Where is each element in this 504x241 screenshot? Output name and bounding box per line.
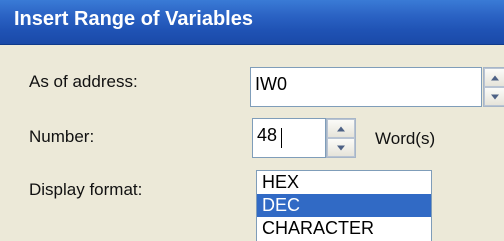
triangle-down-icon xyxy=(337,145,345,150)
address-spinner[interactable] xyxy=(483,67,504,107)
address-value: IW0 xyxy=(255,74,288,94)
number-value: 48 xyxy=(257,125,278,145)
address-label: As of address: xyxy=(29,72,138,91)
number-spin-up-button[interactable] xyxy=(327,119,355,138)
number-spin-down-button[interactable] xyxy=(327,138,355,157)
number-label: Number: xyxy=(29,127,95,146)
triangle-up-icon xyxy=(337,126,345,131)
format-listbox[interactable]: HEX DEC CHARACTER xyxy=(256,170,432,241)
format-option-hex[interactable]: HEX xyxy=(257,171,431,194)
address-spin-up-button[interactable] xyxy=(484,68,504,87)
title-bar[interactable]: Insert Range of Variables xyxy=(0,0,504,45)
number-unit-label: Word(s) xyxy=(375,129,436,148)
triangle-up-icon xyxy=(491,75,499,80)
format-option-character[interactable]: CHARACTER xyxy=(257,217,431,240)
address-spin-down-button[interactable] xyxy=(484,87,504,106)
format-option-dec[interactable]: DEC xyxy=(257,194,431,217)
text-caret xyxy=(281,128,282,148)
window-title: Insert Range of Variables xyxy=(14,8,253,30)
triangle-down-icon xyxy=(491,94,499,99)
insert-range-dialog: Insert Range of Variables As of address:… xyxy=(0,0,504,241)
format-label: Display format: xyxy=(29,180,143,199)
number-input[interactable]: 48 xyxy=(252,118,326,158)
address-input[interactable]: IW0 xyxy=(250,67,482,107)
number-spinner[interactable] xyxy=(326,118,356,158)
